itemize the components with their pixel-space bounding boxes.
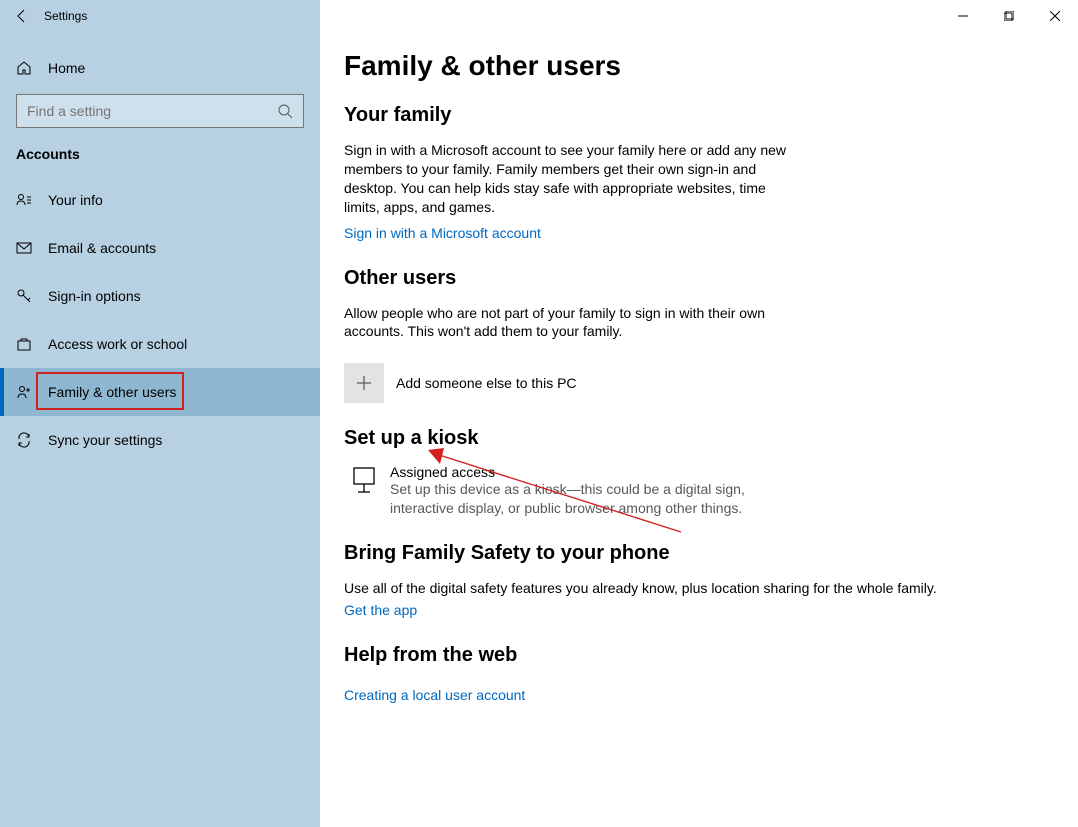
plus-icon bbox=[344, 363, 384, 403]
signin-ms-account-link[interactable]: Sign in with a Microsoft account bbox=[344, 225, 541, 241]
sidebar-item-your-info[interactable]: Your info bbox=[0, 176, 320, 224]
sidebar-item-label: Access work or school bbox=[48, 336, 187, 352]
add-someone-button[interactable]: Add someone else to this PC bbox=[344, 363, 1054, 403]
other-users-heading: Other users bbox=[344, 267, 1054, 290]
your-family-desc: Sign in with a Microsoft account to see … bbox=[344, 141, 804, 217]
close-button[interactable] bbox=[1032, 0, 1078, 32]
sidebar-item-family-other-users[interactable]: Family & other users bbox=[0, 368, 320, 416]
assigned-access-desc: Set up this device as a kiosk—this could… bbox=[390, 480, 810, 518]
help-heading: Help from the web bbox=[344, 644, 1054, 667]
key-icon bbox=[16, 288, 32, 304]
mail-icon bbox=[16, 240, 32, 256]
sidebar: Home Accounts Your info Email & accounts… bbox=[0, 32, 320, 827]
assigned-access-name: Assigned access bbox=[390, 464, 810, 480]
kiosk-icon bbox=[344, 464, 384, 494]
sidebar-item-sync-settings[interactable]: Sync your settings bbox=[0, 416, 320, 464]
kiosk-heading: Set up a kiosk bbox=[344, 427, 1054, 450]
sync-icon bbox=[16, 432, 32, 448]
sidebar-item-email-accounts[interactable]: Email & accounts bbox=[0, 224, 320, 272]
sidebar-category: Accounts bbox=[0, 146, 320, 176]
search-input[interactable] bbox=[27, 103, 257, 119]
home-icon bbox=[16, 60, 32, 76]
window-title: Settings bbox=[44, 9, 87, 23]
sidebar-item-label: Sync your settings bbox=[48, 432, 162, 448]
minimize-button[interactable] bbox=[940, 0, 986, 32]
help-link-create-local-user[interactable]: Creating a local user account bbox=[344, 687, 525, 703]
sidebar-item-label: Family & other users bbox=[48, 384, 176, 400]
sidebar-home[interactable]: Home bbox=[0, 50, 320, 86]
sidebar-item-signin-options[interactable]: Sign-in options bbox=[0, 272, 320, 320]
search-box[interactable] bbox=[16, 94, 304, 128]
page-title: Family & other users bbox=[344, 50, 1054, 82]
add-someone-label: Add someone else to this PC bbox=[396, 375, 577, 391]
your-family-heading: Your family bbox=[344, 104, 1054, 127]
maximize-button[interactable] bbox=[986, 0, 1032, 32]
sidebar-item-label: Sign-in options bbox=[48, 288, 141, 304]
other-users-desc: Allow people who are not part of your fa… bbox=[344, 304, 804, 342]
briefcase-icon bbox=[16, 336, 32, 352]
family-safety-desc: Use all of the digital safety features y… bbox=[344, 579, 944, 598]
back-button[interactable] bbox=[0, 0, 44, 32]
assigned-access-button[interactable]: Assigned access Set up this device as a … bbox=[344, 464, 1054, 518]
family-safety-heading: Bring Family Safety to your phone bbox=[344, 542, 1054, 565]
sidebar-home-label: Home bbox=[48, 60, 85, 76]
get-the-app-link[interactable]: Get the app bbox=[344, 602, 417, 618]
person-plus-icon bbox=[16, 384, 32, 400]
sidebar-item-label: Your info bbox=[48, 192, 103, 208]
person-lines-icon bbox=[16, 192, 32, 208]
main-content: Family & other users Your family Sign in… bbox=[320, 32, 1078, 827]
search-icon bbox=[277, 103, 293, 119]
sidebar-item-access-work[interactable]: Access work or school bbox=[0, 320, 320, 368]
sidebar-item-label: Email & accounts bbox=[48, 240, 156, 256]
